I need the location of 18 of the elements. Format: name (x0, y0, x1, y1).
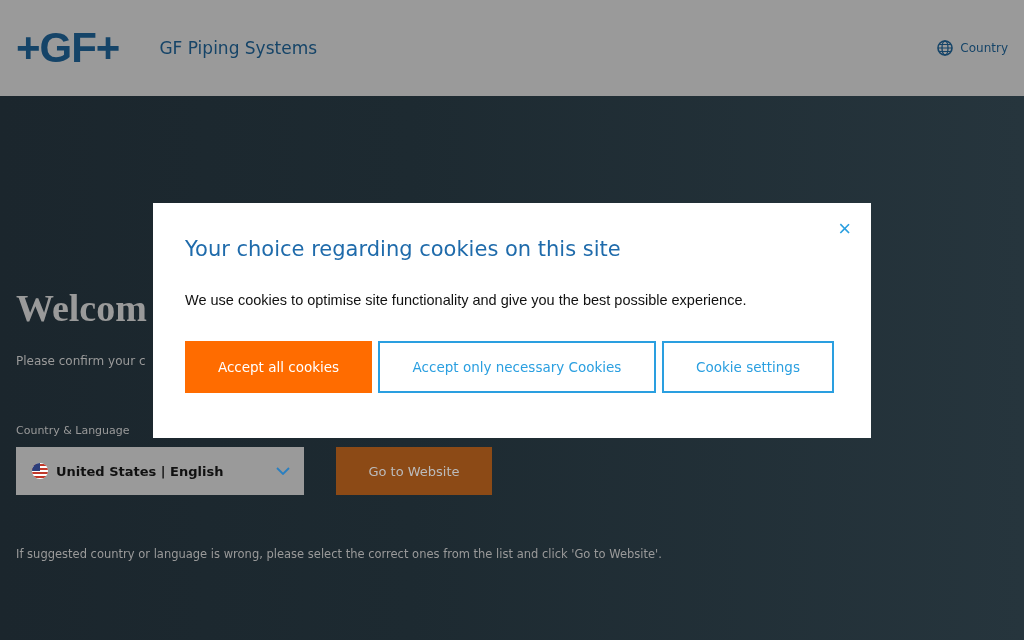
dialog-title: Your choice regarding cookies on this site (185, 237, 622, 261)
country-language-dropdown[interactable]: United States | English (16, 447, 304, 495)
chevron-down-icon (276, 467, 290, 475)
close-button[interactable]: × (836, 217, 853, 241)
intro-text: Please confirm your c (16, 354, 146, 368)
logo[interactable]: +GF+ (16, 24, 120, 72)
cookie-option-button[interactable]: Accept only necessary Cookies (378, 341, 656, 393)
accept-all-button[interactable]: Accept all cookies (185, 341, 372, 393)
hint-text: If suggested country or language is wrong, please select the correct ones from the list and click 'Go to Website'. (16, 547, 663, 561)
cookie-option-button[interactable]: Cookie settings (662, 341, 834, 393)
brand-name: GF Piping Systems (159, 38, 318, 58)
welcome-heading: Welcom (16, 286, 147, 330)
flag-icon (32, 463, 48, 479)
dialog-text: We use cookies to optimise site functionality and give you the best possible experience. (185, 292, 748, 308)
globe-icon[interactable] (937, 40, 954, 56)
country-link[interactable]: Country (960, 41, 1008, 55)
go-to-website-button[interactable]: Go to Website (336, 447, 492, 495)
field-label: Country & Language (16, 424, 131, 437)
